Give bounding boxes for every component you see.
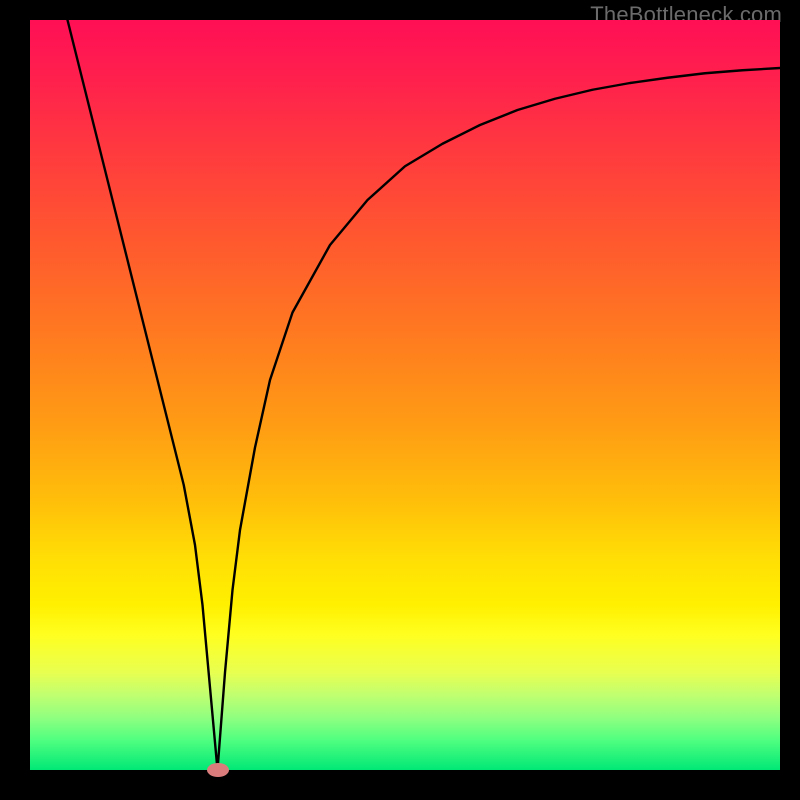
curve-svg	[30, 20, 780, 770]
min-marker	[207, 763, 229, 777]
chart-frame: TheBottleneck.com	[0, 0, 800, 800]
plot-area	[30, 20, 780, 770]
bottleneck-curve	[68, 20, 781, 770]
